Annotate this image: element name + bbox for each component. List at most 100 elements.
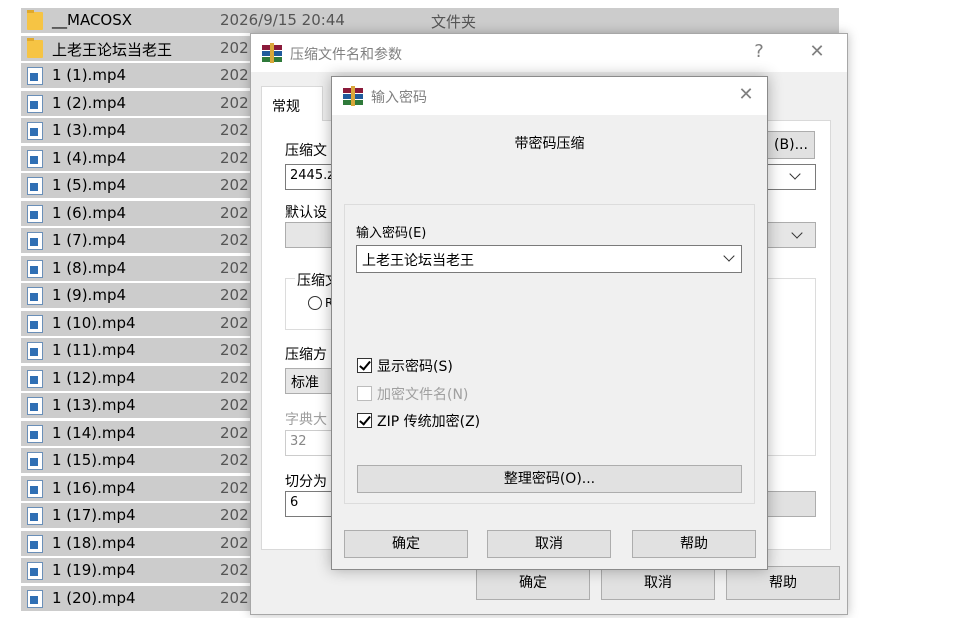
file-name: 1 (14).mp4 [52, 423, 136, 442]
password-input[interactable]: 上老王论坛当老王 [356, 245, 742, 273]
file-name: 1 (16).mp4 [52, 478, 136, 497]
chevron-down-icon [789, 168, 801, 180]
password-cancel-label: 取消 [535, 536, 563, 552]
file-date: 202 [220, 203, 249, 222]
organize-passwords-button[interactable]: 整理密码(O)... [357, 465, 742, 493]
archive-ok-label: 确定 [519, 575, 547, 591]
default-profile-label: 默认设 [285, 205, 327, 221]
file-date: 202 [220, 451, 249, 469]
archive-cancel-label: 取消 [644, 575, 672, 591]
archive-ok-button[interactable]: 确定 [476, 566, 590, 600]
video-file-icon [27, 342, 43, 360]
video-file-icon [27, 177, 43, 195]
close-icon[interactable]: ✕ [805, 41, 829, 62]
archive-name-dropdown[interactable] [766, 164, 816, 190]
file-date: 202 [220, 423, 249, 442]
video-file-icon [27, 562, 43, 580]
file-name: __MACOSX [52, 11, 133, 29]
file-name: 上老王论坛当老王 [52, 40, 173, 59]
file-date: 202 [220, 368, 249, 387]
file-date: 202 [220, 313, 249, 332]
show-password-checkbox[interactable] [357, 358, 372, 373]
split-label: 切分为 [285, 474, 327, 490]
method-value: 标准 [291, 375, 319, 391]
archive-dialog-title: 压缩文件名和参数 [290, 47, 402, 63]
file-name: 1 (11).mp4 [52, 341, 136, 359]
file-name: 1 (18).mp4 [52, 533, 136, 552]
password-dialog: 输入密码 ✕ 带密码压缩 输入密码(E) 上老王论坛当老王 显示密码(S) 加密… [331, 76, 768, 570]
file-type: 文件夹 [431, 13, 477, 31]
file-name: 1 (1).mp4 [52, 66, 127, 84]
profile-combo-dropdown[interactable] [766, 222, 816, 248]
video-file-icon [27, 232, 43, 250]
options-group [766, 278, 816, 456]
file-date: 202 [220, 231, 249, 249]
dict-value: 32 [290, 434, 307, 449]
file-name: 1 (4).mp4 [52, 148, 127, 167]
file-name: 1 (12).mp4 [52, 368, 136, 387]
password-label: 输入密码(E) [356, 226, 427, 241]
help-icon[interactable]: ? [747, 41, 771, 62]
split-field[interactable]: 6 [285, 491, 335, 517]
file-date: 2026/9/15 20:44 [220, 11, 345, 29]
browse-button-label: (B)... [774, 137, 808, 153]
file-name: 1 (15).mp4 [52, 451, 136, 469]
organize-passwords-label: 整理密码(O)... [503, 471, 596, 487]
archive-cancel-button[interactable]: 取消 [601, 566, 715, 600]
zip-legacy-checkbox[interactable] [357, 413, 372, 428]
file-date: 202 [220, 561, 249, 579]
password-help-button[interactable]: 帮助 [632, 530, 756, 558]
file-name: 1 (9).mp4 [52, 286, 127, 304]
password-help-label: 帮助 [680, 536, 708, 552]
file-name: 1 (8).mp4 [52, 258, 127, 277]
set-password-button[interactable] [766, 491, 816, 517]
video-file-icon [27, 507, 43, 525]
file-name: 1 (19).mp4 [52, 561, 136, 579]
password-cancel-button[interactable]: 取消 [487, 530, 611, 558]
dict-field[interactable]: 32 [285, 430, 335, 456]
file-date: 202 [220, 396, 249, 414]
profile-combo[interactable] [285, 222, 335, 248]
video-file-icon [27, 589, 43, 608]
chevron-down-icon[interactable] [723, 250, 735, 262]
file-name: 1 (2).mp4 [52, 93, 127, 112]
video-file-icon [27, 149, 43, 168]
password-dialog-title: 输入密码 [371, 90, 427, 106]
method-combo[interactable]: 标准 [285, 368, 335, 394]
file-date: 202 [220, 506, 249, 524]
tab-general[interactable]: 常规 [261, 86, 323, 121]
file-name: 1 (5).mp4 [52, 176, 127, 194]
folder-icon [27, 10, 43, 30]
dict-label: 字典大 [285, 412, 327, 428]
file-row[interactable]: __MACOSX 2026/9/15 20:44 文件夹 [21, 8, 839, 34]
format-radio[interactable] [308, 296, 322, 310]
folder-icon [27, 37, 43, 58]
file-name: 1 (10).mp4 [52, 313, 136, 332]
file-date: 202 [220, 66, 249, 84]
video-file-icon [27, 94, 43, 113]
video-file-icon [27, 122, 43, 140]
encrypt-names-checkbox[interactable] [357, 386, 372, 401]
file-date: 202 [220, 533, 249, 552]
winrar-icon [262, 43, 282, 63]
browse-button[interactable]: (B)... [767, 131, 815, 159]
tab-general-label: 常规 [272, 99, 300, 115]
close-icon[interactable]: ✕ [734, 84, 758, 105]
video-file-icon [27, 534, 43, 553]
encrypt-names-label: 加密文件名(N) [377, 387, 469, 403]
file-name: 1 (17).mp4 [52, 506, 136, 524]
password-value: 上老王论坛当老王 [362, 253, 474, 269]
video-file-icon [27, 397, 43, 415]
password-titlebar[interactable]: 输入密码 ✕ [332, 77, 767, 115]
video-file-icon [27, 287, 43, 305]
file-date: 202 [220, 258, 249, 277]
file-name: 1 (6).mp4 [52, 203, 127, 222]
archive-name-value: 2445.z [290, 168, 335, 183]
video-file-icon [27, 314, 43, 333]
video-file-icon [27, 424, 43, 443]
file-date: 202 [220, 588, 249, 607]
password-ok-button[interactable]: 确定 [344, 530, 468, 558]
archive-titlebar[interactable]: 压缩文件名和参数 ? ✕ [251, 34, 847, 72]
archive-help-button[interactable]: 帮助 [726, 566, 840, 600]
archive-help-label: 帮助 [769, 575, 797, 591]
